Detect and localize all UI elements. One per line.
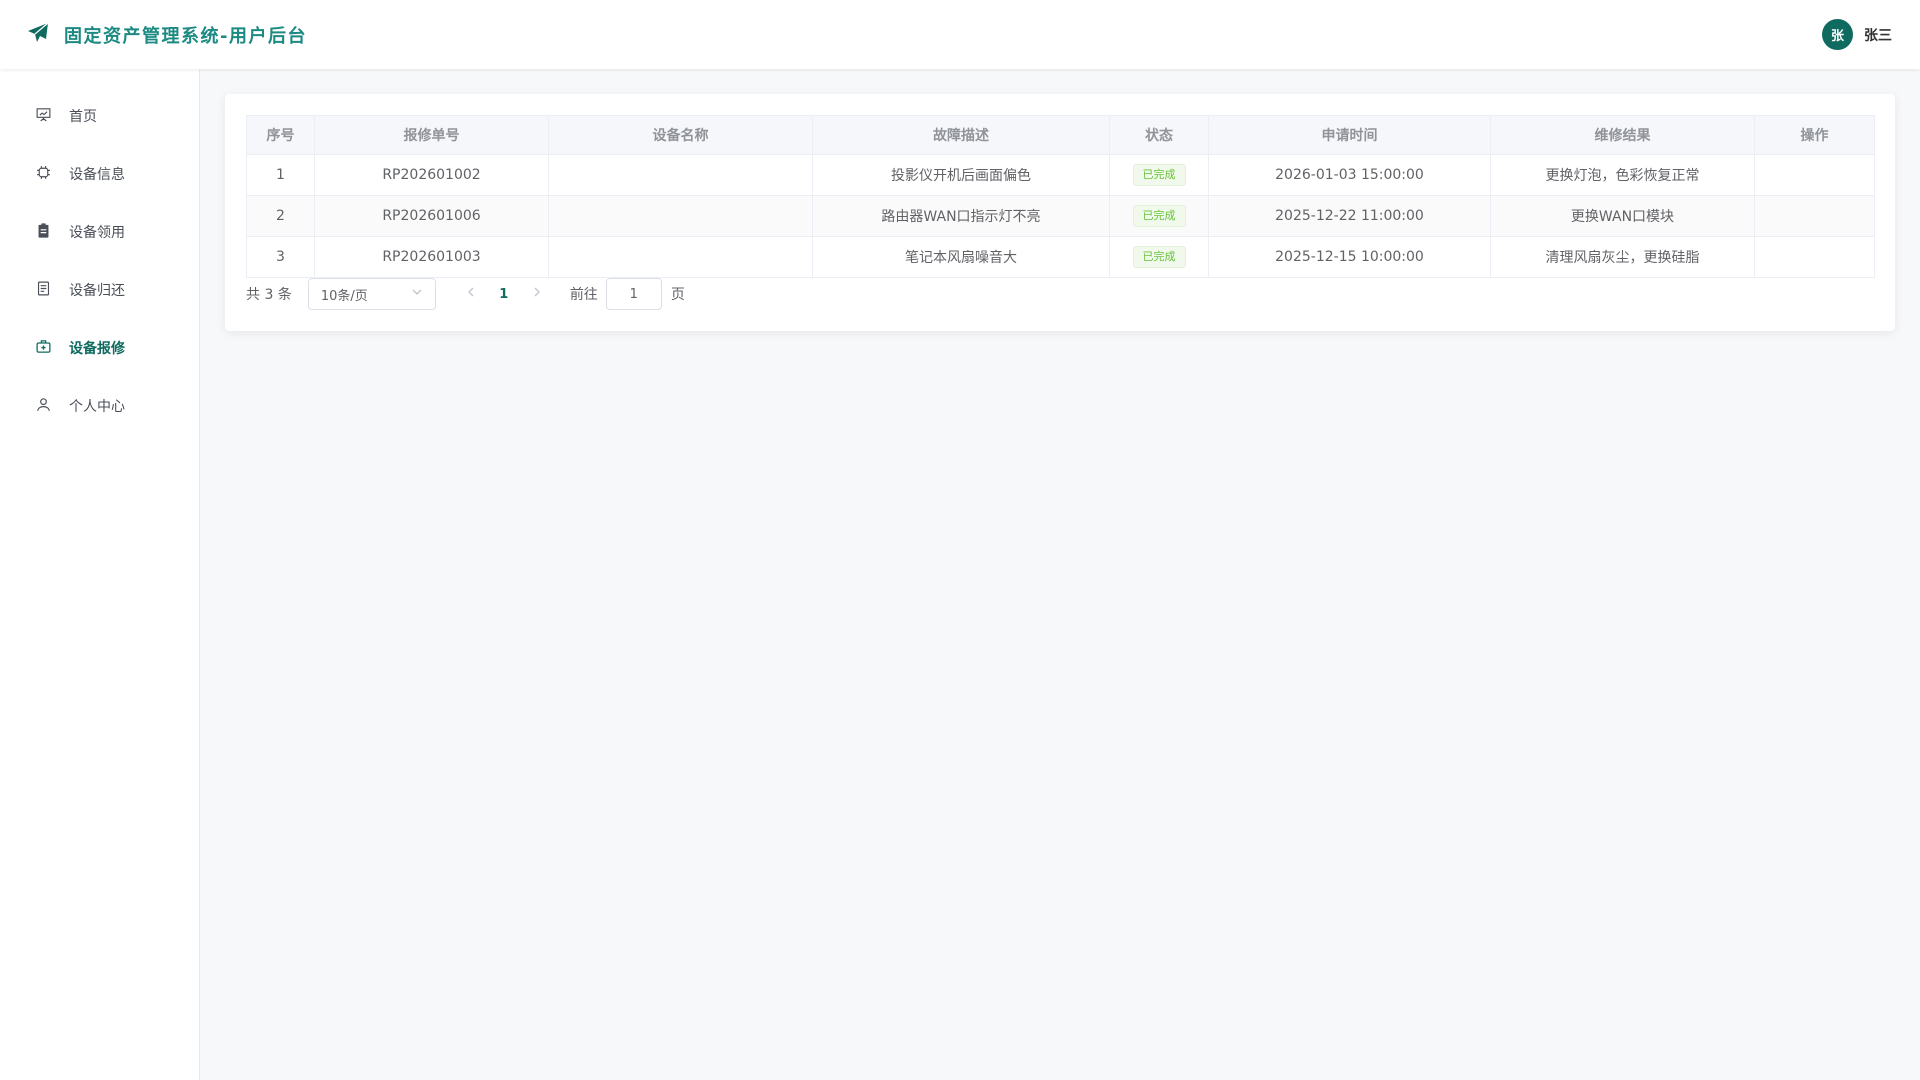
pagination: 共 3 条 10条/页 1 前往 页 <box>246 278 1874 310</box>
column-header: 报修单号 <box>314 115 549 155</box>
cell-result: 清理风扇灰尘，更换硅脂 <box>1490 236 1755 278</box>
column-header: 序号 <box>246 115 315 155</box>
page-size-value: 10条/页 <box>320 288 368 304</box>
status-badge: 已完成 <box>1132 205 1186 227</box>
main-content: 序号 报修单号 设备名称 故障描述 状态 申请时间 维修结果 操作 1 RP20… <box>200 69 1920 1080</box>
page-number-current[interactable]: 1 <box>486 280 522 308</box>
status-badge: 已完成 <box>1132 164 1186 186</box>
cell-status: 已完成 <box>1109 195 1209 237</box>
table-row[interactable]: 2 RP202601006 路由器WAN口指示灯不亮 已完成 2025-12-2… <box>246 195 1875 237</box>
cell-index: 1 <box>246 154 315 196</box>
status-badge: 已完成 <box>1132 246 1186 268</box>
cell-index: 3 <box>246 236 315 278</box>
cell-time: 2025-12-15 10:00:00 <box>1208 236 1491 278</box>
app-title: 固定资产管理系统-用户后台 <box>64 25 307 47</box>
cell-status: 已完成 <box>1109 236 1209 278</box>
sidebar-item-device-info[interactable]: 设备信息 <box>0 145 199 203</box>
cell-fault: 投影仪开机后画面偏色 <box>812 154 1110 196</box>
prev-page-button[interactable] <box>456 280 486 308</box>
sidebar-item-device-return[interactable]: 设备归还 <box>0 261 199 319</box>
cell-action <box>1754 195 1875 237</box>
clipboard-icon <box>35 222 52 243</box>
user-menu[interactable]: 张 张三 <box>1822 19 1892 50</box>
cell-action <box>1754 154 1875 196</box>
table-row[interactable]: 3 RP202601003 笔记本风扇噪音大 已完成 2025-12-15 10… <box>246 236 1875 278</box>
cell-result: 更换WAN口模块 <box>1490 195 1755 237</box>
cell-device <box>548 236 813 278</box>
cell-order-no: RP202601002 <box>314 154 549 196</box>
sidebar-item-label: 设备报修 <box>69 341 125 357</box>
sidebar-item-device-borrow[interactable]: 设备领用 <box>0 203 199 261</box>
first-aid-kit-icon <box>35 338 52 359</box>
sidebar-item-label: 首页 <box>69 109 97 125</box>
column-header: 操作 <box>1754 115 1875 155</box>
cell-action <box>1754 236 1875 278</box>
next-page-button[interactable] <box>522 280 552 308</box>
user-icon <box>35 396 52 417</box>
sidebar-item-home[interactable]: 首页 <box>0 87 199 145</box>
cell-time: 2026-01-03 15:00:00 <box>1208 154 1491 196</box>
column-header: 状态 <box>1109 115 1209 155</box>
cell-fault: 笔记本风扇噪音大 <box>812 236 1110 278</box>
user-name[interactable]: 张三 <box>1864 25 1892 45</box>
chevron-left-icon <box>465 286 477 302</box>
cell-index: 2 <box>246 195 315 237</box>
paper-plane-icon <box>26 21 50 49</box>
page-suffix-label: 页 <box>670 287 685 303</box>
sidebar-item-label: 设备信息 <box>69 167 125 183</box>
cell-device <box>548 154 813 196</box>
cell-device <box>548 195 813 237</box>
sidebar-item-profile[interactable]: 个人中心 <box>0 377 199 435</box>
goto-page-input[interactable] <box>605 278 662 310</box>
presentation-icon <box>35 106 52 127</box>
column-header: 设备名称 <box>548 115 813 155</box>
sidebar-item-label: 设备领用 <box>69 225 125 241</box>
table-row[interactable]: 1 RP202601002 投影仪开机后画面偏色 已完成 2026-01-03 … <box>246 154 1875 196</box>
sidebar-item-label: 个人中心 <box>69 399 125 415</box>
avatar[interactable]: 张 <box>1822 19 1853 50</box>
cell-order-no: RP202601003 <box>314 236 549 278</box>
document-icon <box>35 280 52 301</box>
goto-label: 前往 <box>569 287 598 303</box>
brand[interactable]: 固定资产管理系统-用户后台 <box>26 21 307 49</box>
column-header: 维修结果 <box>1490 115 1755 155</box>
repair-list-card: 序号 报修单号 设备名称 故障描述 状态 申请时间 维修结果 操作 1 RP20… <box>225 94 1895 331</box>
column-header: 故障描述 <box>812 115 1110 155</box>
cell-result: 更换灯泡，色彩恢复正常 <box>1490 154 1755 196</box>
total-count: 共 3 条 <box>246 287 292 303</box>
page-size-select[interactable]: 10条/页 <box>307 278 436 310</box>
cpu-icon <box>35 164 52 185</box>
repair-table: 序号 报修单号 设备名称 故障描述 状态 申请时间 维修结果 操作 1 RP20… <box>246 115 1875 278</box>
cell-fault: 路由器WAN口指示灯不亮 <box>812 195 1110 237</box>
column-header: 申请时间 <box>1208 115 1491 155</box>
top-header: 固定资产管理系统-用户后台 张 张三 <box>0 0 1920 69</box>
cell-order-no: RP202601006 <box>314 195 549 237</box>
sidebar-item-device-repair[interactable]: 设备报修 <box>0 319 199 377</box>
sidebar: 首页 设备信息 设备领用 设备归还 设备报修 个人中心 <box>0 69 200 1080</box>
sidebar-item-label: 设备归还 <box>69 283 125 299</box>
table-header-row: 序号 报修单号 设备名称 故障描述 状态 申请时间 维修结果 操作 <box>246 115 1875 155</box>
cell-time: 2025-12-22 11:00:00 <box>1208 195 1491 237</box>
cell-status: 已完成 <box>1109 154 1209 196</box>
chevron-down-icon <box>411 286 423 302</box>
chevron-right-icon <box>531 286 543 302</box>
